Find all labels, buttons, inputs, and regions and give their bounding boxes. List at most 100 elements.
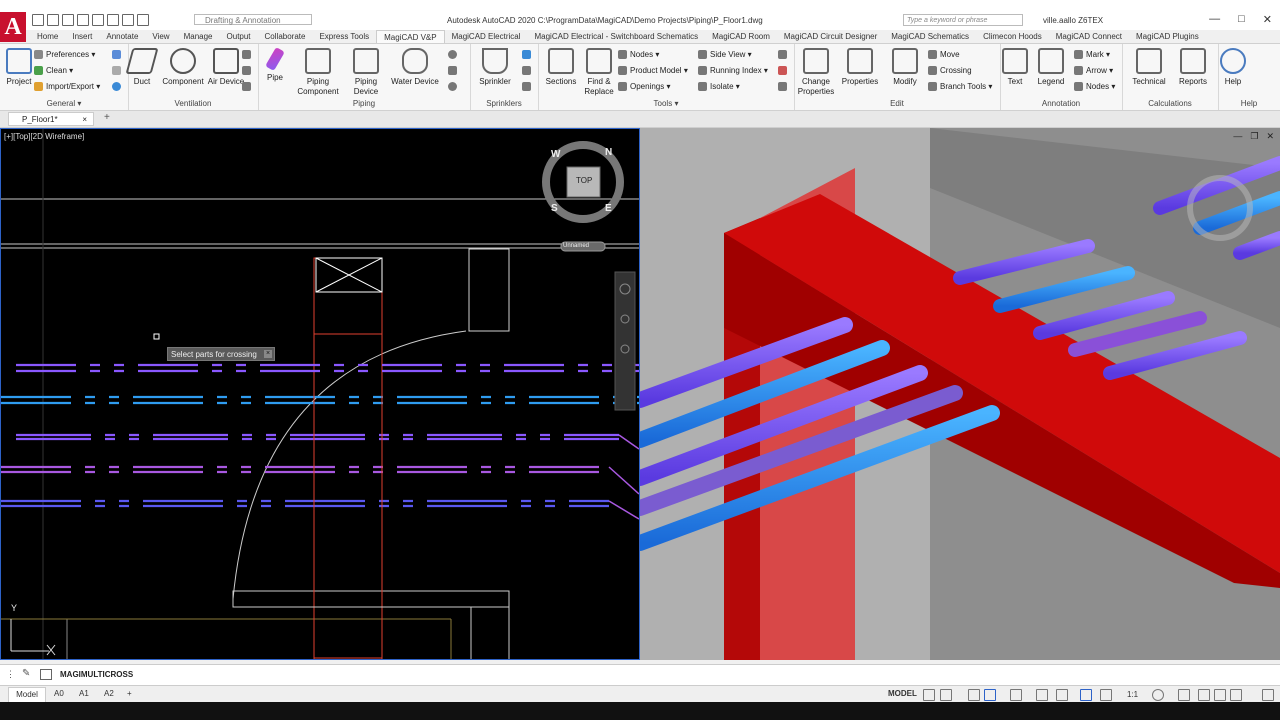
ribbon-tab-magicad-connect[interactable]: MagiCAD Connect — [1049, 30, 1129, 43]
ribbon-tab-output[interactable]: Output — [220, 30, 258, 43]
customization-icon[interactable] — [1262, 689, 1274, 701]
product-model-button[interactable]: Product Model ▾ — [618, 66, 688, 76]
gear-icon[interactable] — [1152, 689, 1164, 701]
ribbon-tab-manage[interactable]: Manage — [177, 30, 220, 43]
air-device-button[interactable]: Air Device — [205, 48, 247, 87]
application-menu-button[interactable]: A — [0, 12, 26, 42]
area-icon[interactable] — [522, 66, 534, 76]
mark-button[interactable]: Mark ▾ — [1074, 50, 1110, 60]
gauge-icon[interactable] — [448, 82, 460, 92]
polar-icon[interactable] — [984, 689, 996, 701]
layout-tab-a2[interactable]: A2 — [104, 687, 114, 701]
plot-icon[interactable] — [92, 14, 104, 26]
clean-screen-icon[interactable] — [1230, 689, 1242, 701]
minimize-viewport-icon[interactable]: — — [1233, 131, 1242, 142]
command-line[interactable]: ⋮ ✎ MAGIMULTICROSS — [0, 664, 1280, 686]
osnap-icon[interactable] — [1010, 689, 1022, 701]
viewport-3d-shaded[interactable]: — ❐ ✕ — [640, 128, 1280, 660]
autoscale-icon[interactable] — [1100, 689, 1112, 701]
ribbon-tab-insert[interactable]: Insert — [65, 30, 99, 43]
model-space-button[interactable]: MODEL — [888, 689, 917, 698]
open-icon[interactable] — [47, 14, 59, 26]
component-button[interactable]: Component — [162, 48, 204, 87]
close-viewport-icon[interactable]: ✕ — [1266, 131, 1274, 142]
reports-button[interactable]: Reports — [1172, 48, 1214, 87]
isolate-button[interactable]: Isolate ▾ — [698, 82, 740, 92]
new-icon[interactable] — [32, 14, 44, 26]
ribbon-tab-magicad-v-p[interactable]: MagiCAD V&P — [376, 30, 445, 43]
piping-device-button[interactable]: Piping Device — [344, 48, 388, 97]
pen-icon[interactable] — [522, 50, 534, 60]
add-layout-icon[interactable]: + — [127, 687, 132, 701]
annotation-scale[interactable]: 1:1 — [1127, 688, 1138, 702]
clean-button[interactable]: Clean ▾ — [34, 66, 73, 76]
transparency-icon[interactable] — [1056, 689, 1068, 701]
restore-viewport-icon[interactable]: ❐ — [1250, 131, 1258, 142]
workspace-dropdown[interactable]: Drafting & Annotation — [194, 14, 312, 25]
valve-small-icon[interactable] — [448, 66, 460, 76]
isolate-objects-icon[interactable] — [1198, 689, 1210, 701]
layout-tab-model[interactable]: Model — [8, 687, 46, 703]
command-wrench-icon[interactable]: ✎ — [22, 668, 30, 679]
layout-tab-a1[interactable]: A1 — [79, 687, 89, 701]
water-device-button[interactable]: Water Device — [390, 48, 440, 87]
ucs-name[interactable]: Unnamed — [563, 243, 589, 249]
crossing-button[interactable]: Crossing — [928, 66, 972, 76]
properties-button[interactable]: Properties — [838, 48, 882, 87]
modify-button[interactable]: Modify — [884, 48, 926, 87]
document-tab[interactable]: P_Floor1* × — [8, 112, 94, 126]
duct-button[interactable]: Duct — [121, 48, 163, 87]
ribbon-tab-climecon-hoods[interactable]: Climecon Hoods — [976, 30, 1049, 43]
redo-icon[interactable] — [137, 14, 149, 26]
plus-icon[interactable] — [1178, 689, 1190, 701]
ribbon-tab-annotate[interactable]: Annotate — [99, 30, 145, 43]
annotation-nodes-button[interactable]: Nodes ▾ — [1074, 82, 1115, 92]
technical-button[interactable]: Technical — [1128, 48, 1170, 87]
command-history-icon[interactable] — [40, 669, 52, 680]
lineweight-icon[interactable] — [1036, 689, 1048, 701]
minimize-icon[interactable]: — — [1209, 13, 1220, 26]
print-icon[interactable] — [107, 14, 119, 26]
viewport-2d-wireframe[interactable]: [+][Top][2D Wireframe] TOP N E S W Unnam… — [0, 128, 640, 660]
find-replace-button[interactable]: Find & Replace — [578, 48, 620, 97]
save-icon[interactable] — [62, 14, 74, 26]
side-view-button[interactable]: Side View ▾ — [698, 50, 752, 60]
command-text[interactable]: MAGIMULTICROSS — [60, 670, 133, 679]
ribbon-tab-magicad-schematics[interactable]: MagiCAD Schematics — [884, 30, 976, 43]
change-properties-button[interactable]: Change Properties — [794, 48, 838, 97]
sprinkler-button[interactable]: Sprinkler — [474, 48, 516, 87]
ribbon-tab-magicad-room[interactable]: MagiCAD Room — [705, 30, 777, 43]
damper-icon[interactable] — [242, 66, 254, 76]
tool-extra-3-icon[interactable] — [778, 82, 790, 92]
layout-tab-a0[interactable]: A0 — [54, 687, 64, 701]
tool-extra-1-icon[interactable] — [778, 50, 790, 60]
valve-icon[interactable] — [242, 82, 254, 92]
tool-extra-2-icon[interactable] — [778, 66, 790, 76]
import-export-button[interactable]: Import/Export ▾ — [34, 82, 100, 92]
new-tab-icon[interactable]: + — [104, 112, 110, 123]
ribbon-tab-collaborate[interactable]: Collaborate — [258, 30, 313, 43]
grid-display-icon[interactable] — [923, 689, 935, 701]
ortho-icon[interactable] — [968, 689, 980, 701]
ribbon-tab-magicad-circuit-designer[interactable]: MagiCAD Circuit Designer — [777, 30, 884, 43]
save-as-icon[interactable] — [77, 14, 89, 26]
ribbon-tab-express-tools[interactable]: Express Tools — [312, 30, 376, 43]
search-input[interactable]: Type a keyword or phrase — [903, 14, 1023, 26]
help-button[interactable]: Help — [1212, 48, 1254, 87]
ribbon-tab-magicad-electrical[interactable]: MagiCAD Electrical — [445, 30, 528, 43]
pump-icon[interactable] — [448, 50, 460, 60]
fan-icon[interactable] — [242, 50, 254, 60]
snap-icon[interactable] — [940, 689, 952, 701]
maximize-icon[interactable]: □ — [1238, 13, 1245, 26]
openings-button[interactable]: Openings ▾ — [618, 82, 671, 92]
close-tab-icon[interactable]: × — [82, 113, 87, 127]
move-button[interactable]: Move — [928, 50, 960, 60]
close-icon[interactable]: ✕ — [1263, 13, 1272, 26]
nodes-button[interactable]: Nodes ▾ — [618, 50, 659, 60]
running-index-button[interactable]: Running Index ▾ — [698, 66, 768, 76]
annotation-visibility-icon[interactable] — [1080, 689, 1092, 701]
preferences-button[interactable]: Preferences ▾ — [34, 50, 95, 60]
ribbon-tab-home[interactable]: Home — [30, 30, 65, 43]
undo-icon[interactable] — [122, 14, 134, 26]
user-account[interactable]: ville.aallo Z6TEX — [1043, 16, 1103, 25]
